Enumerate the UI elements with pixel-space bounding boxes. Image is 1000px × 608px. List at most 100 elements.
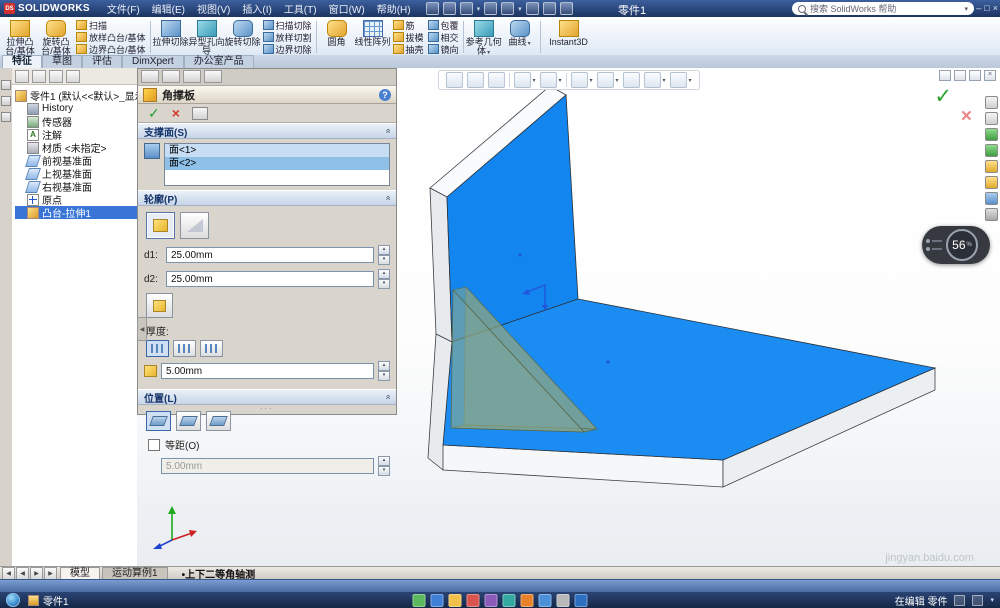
tab-dimxpert[interactable]: DimXpert: [122, 55, 184, 68]
tree-item-part-root[interactable]: 零件1 (默认<<默认>_显示状态: [15, 89, 137, 102]
menu-insert[interactable]: 插入(I): [237, 0, 276, 17]
mirror-button[interactable]: 镜向: [428, 44, 459, 55]
rail-blue-icon[interactable]: [985, 192, 998, 205]
rail-green-icon-1[interactable]: [985, 128, 998, 141]
pm-resize-grip[interactable]: ···: [260, 404, 274, 413]
rail-yellow-icon-1[interactable]: [985, 160, 998, 173]
lofted-cut-button[interactable]: 放样切割: [263, 32, 312, 43]
zoom-area-icon[interactable]: [466, 72, 483, 88]
boundary-cut-button[interactable]: 边界切除: [263, 44, 312, 55]
thickness-input[interactable]: 5.00mm: [161, 363, 374, 379]
view-settings-icon[interactable]: ▾: [670, 72, 692, 88]
tree-item-material[interactable]: 材质 <未指定>: [15, 141, 137, 154]
options-icon[interactable]: [560, 2, 573, 15]
taskbar-app-icon-5[interactable]: [485, 594, 498, 607]
hole-wizard-button[interactable]: 异型孔向导: [189, 18, 225, 56]
print-icon[interactable]: [484, 2, 497, 15]
tab-evaluate[interactable]: 评估: [82, 55, 122, 68]
tree-dimxpert-icon[interactable]: [66, 70, 80, 83]
model-tab[interactable]: 模型: [60, 567, 100, 580]
revolved-cut-button[interactable]: 旋转切除: [225, 18, 261, 56]
tree-item-sensors[interactable]: 传感器: [15, 115, 137, 128]
tab-scroll-left-icon[interactable]: ◀: [16, 567, 29, 580]
extruded-boss-button[interactable]: 拉伸凸台/基体: [2, 18, 38, 56]
tree-item-annotations[interactable]: A 注解: [15, 128, 137, 141]
tab-features[interactable]: 特征: [2, 55, 42, 68]
curves-button[interactable]: 曲线▾: [502, 18, 538, 56]
doc-split-icon[interactable]: [939, 70, 951, 81]
offset-spinner[interactable]: ▴▾: [378, 456, 390, 476]
boundary-boss-button[interactable]: 边界凸台/基体: [76, 44, 146, 55]
rib-button[interactable]: 筋: [393, 20, 424, 31]
tree-config-icon[interactable]: [49, 70, 63, 83]
menu-view[interactable]: 视图(V): [192, 0, 235, 17]
taskbar-app-icon-9[interactable]: [557, 594, 570, 607]
tree-item-top-plane[interactable]: 上视基准面: [15, 167, 137, 180]
tree-item-origin[interactable]: 原点: [15, 193, 137, 206]
d1-spinner[interactable]: ▴▾: [378, 245, 390, 265]
tree-item-right-plane[interactable]: 右视基准面: [15, 180, 137, 193]
section-view-icon[interactable]: ▾: [513, 72, 535, 88]
pm-tab-properties-icon[interactable]: [141, 70, 159, 83]
swept-boss-button[interactable]: 扫描: [76, 20, 146, 31]
thickness-second-side-button[interactable]: [200, 340, 223, 357]
tree-item-front-plane[interactable]: 前视基准面: [15, 154, 137, 167]
confirm-cancel-button[interactable]: ×: [961, 106, 972, 128]
rail-gray-icon[interactable]: [985, 208, 998, 221]
pm-cancel-button[interactable]: ×: [172, 106, 180, 120]
menu-file[interactable]: 文件(F): [102, 0, 145, 17]
taskbar-app-icon-8[interactable]: [539, 594, 552, 607]
position-middle-button[interactable]: [176, 411, 201, 431]
undo-caret-icon[interactable]: ▾: [518, 5, 522, 13]
triangular-profile-button[interactable]: [146, 212, 175, 239]
reference-geometry-button[interactable]: 参考几何体▾: [466, 18, 502, 56]
tray-expand-icon[interactable]: ▾: [990, 596, 994, 604]
undo-icon[interactable]: [501, 2, 514, 15]
view-orientation-icon[interactable]: ▾: [539, 72, 561, 88]
close-button[interactable]: ×: [993, 3, 998, 13]
doc-close-icon[interactable]: ×: [984, 70, 996, 81]
apply-scene-icon[interactable]: ▾: [644, 72, 666, 88]
position-section-header[interactable]: 位置(L) »: [138, 389, 396, 405]
pm-help-button[interactable]: ?: [379, 89, 391, 101]
pm-ok-button[interactable]: ✓: [148, 106, 160, 120]
rail-panel-icon-2[interactable]: [985, 112, 998, 125]
new-doc-icon[interactable]: [426, 2, 439, 15]
rail-green-icon-2[interactable]: [985, 144, 998, 157]
d2-input[interactable]: 25.00mm: [166, 271, 374, 287]
tree-item-boss-extrude1[interactable]: 凸台-拉伸1: [15, 206, 137, 219]
edit-appearance-icon[interactable]: [623, 72, 640, 88]
tab-sketch[interactable]: 草图: [42, 55, 82, 68]
doc-minimize-icon[interactable]: [954, 70, 966, 81]
taskbar-app-icon-2[interactable]: [431, 594, 444, 607]
pm-tab-dimxpert-icon[interactable]: [183, 70, 201, 83]
search-caret-icon[interactable]: ▾: [964, 5, 968, 13]
offset-input[interactable]: 5.00mm: [161, 458, 374, 474]
confirm-ok-button[interactable]: ✓: [934, 84, 952, 109]
shell-button[interactable]: 抽壳: [393, 44, 424, 55]
menu-help[interactable]: 帮助(H): [372, 0, 416, 17]
extruded-cut-button[interactable]: 拉伸切除: [153, 18, 189, 56]
maximize-button[interactable]: □: [984, 3, 989, 13]
taskbar-app-icon-7[interactable]: [521, 594, 534, 607]
thickness-spinner[interactable]: ▴▾: [378, 361, 390, 381]
tab-scroll-last-icon[interactable]: ▶: [44, 567, 57, 580]
start-button[interactable]: [6, 593, 20, 607]
linear-pattern-button[interactable]: 线性阵列: [355, 18, 391, 56]
flip-profile-button[interactable]: [146, 293, 173, 318]
motion-study-tab[interactable]: 运动算例1: [102, 567, 168, 580]
face-list-item-1[interactable]: 面<1>: [165, 144, 389, 157]
tree-item-history[interactable]: History: [15, 102, 137, 115]
revolved-boss-button[interactable]: 旋转凸台/基体: [38, 18, 74, 56]
thickness-both-sides-button[interactable]: [173, 340, 196, 357]
taskbar-app-icon-4[interactable]: [467, 594, 480, 607]
open-icon[interactable]: [443, 2, 456, 15]
select-icon[interactable]: [526, 2, 539, 15]
zoom-fit-icon[interactable]: [445, 72, 462, 88]
swept-cut-button[interactable]: 扫描切除: [263, 20, 312, 31]
taskbar-app-icon-3[interactable]: [449, 594, 462, 607]
offset-checkbox[interactable]: [148, 439, 160, 451]
rail-yellow-icon-2[interactable]: [985, 176, 998, 189]
draft-button[interactable]: 拔模: [393, 32, 424, 43]
support-section-header[interactable]: 支撑面(S) »: [138, 123, 396, 139]
